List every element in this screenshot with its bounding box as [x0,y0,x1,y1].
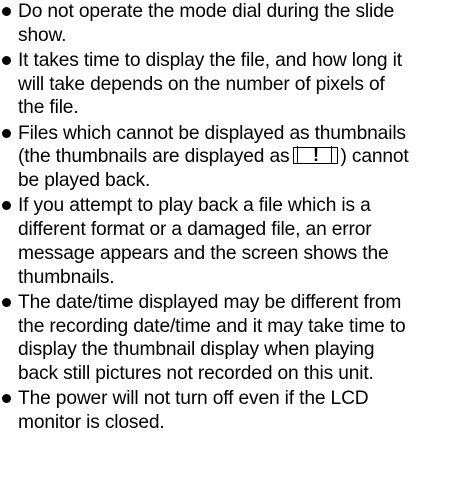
note-line: show. [18,24,67,46]
note-item-error-message: If you attempt to play back a file which… [0,194,467,289]
note-line: Files which cannot be displayed as thumb… [18,122,406,144]
note-line-part: ) cannot [340,146,409,168]
bullet-icon [2,128,11,138]
note-line: be played back. [18,170,151,192]
note-line-part: (the thumbnails are displayed as [18,146,290,168]
note-item-date-time: The date/time displayed may be different… [0,291,467,386]
note-item-thumbnails: Files which cannot be displayed as thumb… [0,122,467,193]
note-line: message appears and the screen shows the [18,242,389,264]
note-line: The date/time displayed may be different… [18,291,402,313]
note-line: The power will not turn off even if the … [18,388,369,410]
note-line: monitor is closed. [18,412,165,434]
note-line: If you attempt to play back a file which… [18,195,371,217]
note-line: Do not operate the mode dial during the … [18,1,395,22]
exclamation-glyph: ! [313,145,319,166]
bullet-icon [2,55,11,65]
note-line: display the thumbnail display when playi… [18,339,375,361]
note-item-power: The power will not turn off even if the … [0,387,467,435]
note-line: will take depends on the number of pixel… [18,73,385,95]
notes-list: Do not operate the mode dial during the … [0,0,467,435]
bullet-icon [2,7,11,16]
note-item-display-time: It takes time to display the file, and h… [0,49,467,120]
exclamation-thumbnail-icon: ! [293,145,339,166]
note-line-with-icon: (the thumbnails are displayed as! ) canno… [18,145,467,169]
note-item-mode-dial: Do not operate the mode dial during the … [0,0,467,48]
bullet-icon [2,297,11,307]
note-line: thumbnails. [18,266,115,288]
bullet-icon [2,201,11,211]
note-line: It takes time to display the file, and h… [18,49,402,71]
note-line: the file. [18,97,79,119]
note-line: different format or a damaged file, an e… [18,219,372,241]
note-line: the recording date/time and it may take … [18,315,406,337]
bullet-icon [2,394,11,404]
note-line: back still pictures not recorded on this… [18,363,374,385]
